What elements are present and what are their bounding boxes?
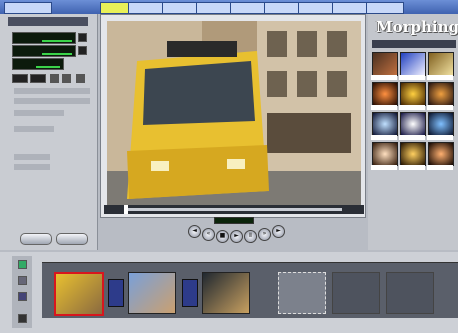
effect-thumbnail[interactable] bbox=[428, 112, 454, 136]
effect-label bbox=[399, 165, 425, 170]
effect-thumbnail[interactable] bbox=[428, 52, 454, 76]
effect-label bbox=[427, 105, 453, 110]
option-row[interactable] bbox=[14, 88, 90, 94]
menu-tab[interactable] bbox=[196, 2, 234, 14]
top-menu-bar bbox=[0, 0, 458, 14]
effect-thumbnail[interactable] bbox=[372, 82, 398, 106]
menu-tab[interactable] bbox=[4, 2, 52, 14]
effect-thumbnail[interactable] bbox=[428, 142, 454, 166]
effect-thumbnail[interactable] bbox=[372, 142, 398, 166]
option-row[interactable] bbox=[14, 164, 50, 170]
menu-tab[interactable] bbox=[264, 2, 302, 14]
timeline-toolbar bbox=[12, 256, 32, 328]
clip-thumbnail[interactable] bbox=[128, 272, 176, 314]
step-back-icon[interactable]: ◄ bbox=[188, 225, 201, 238]
add-icon[interactable] bbox=[18, 260, 27, 269]
effect-thumbnail[interactable] bbox=[400, 52, 426, 76]
video-track-icon[interactable] bbox=[18, 292, 27, 301]
effect-label bbox=[371, 105, 397, 110]
pill-button-2[interactable] bbox=[56, 233, 88, 245]
menu-tab[interactable] bbox=[162, 2, 200, 14]
effect-label bbox=[399, 105, 425, 110]
transition-slot[interactable] bbox=[182, 279, 198, 307]
effect-thumbnail[interactable] bbox=[428, 82, 454, 106]
settings-icon[interactable] bbox=[18, 314, 27, 323]
seek-thumb[interactable] bbox=[124, 205, 128, 214]
spin-up-icon[interactable] bbox=[78, 33, 87, 42]
spin-down-icon[interactable] bbox=[78, 46, 87, 55]
tool-button[interactable] bbox=[30, 74, 46, 83]
empty-clip-slot[interactable] bbox=[278, 272, 326, 314]
effect-thumbnail[interactable] bbox=[400, 142, 426, 166]
effect-thumbnail[interactable] bbox=[400, 82, 426, 106]
effect-label bbox=[371, 75, 397, 80]
step-forward-icon[interactable]: ► bbox=[272, 225, 285, 238]
clip-thumbnail-selected[interactable] bbox=[54, 272, 104, 316]
play-icon[interactable]: ► bbox=[230, 230, 243, 243]
seek-track[interactable] bbox=[126, 208, 342, 211]
seek-bar[interactable] bbox=[104, 205, 364, 214]
effect-label bbox=[399, 75, 425, 80]
option-row[interactable] bbox=[14, 110, 64, 116]
tram-scene-image bbox=[107, 21, 361, 205]
effects-title: Morphing bbox=[376, 18, 458, 36]
lcd-display-2 bbox=[12, 45, 76, 57]
video-preview[interactable] bbox=[107, 21, 361, 205]
transport-controls: ◄ « ■ ► Ⅱ » ► bbox=[170, 216, 300, 244]
video-preview-frame bbox=[100, 14, 366, 218]
stop-icon[interactable]: ■ bbox=[216, 230, 229, 243]
rewind-icon[interactable]: « bbox=[202, 228, 215, 241]
tool-icon[interactable] bbox=[76, 74, 85, 83]
empty-clip-slot[interactable] bbox=[386, 272, 434, 314]
pill-button-1[interactable] bbox=[20, 233, 52, 245]
audio-icon[interactable] bbox=[18, 276, 27, 285]
effect-thumbnail[interactable] bbox=[372, 52, 398, 76]
effects-panel: Morphing bbox=[368, 14, 458, 250]
menu-tab[interactable] bbox=[230, 2, 268, 14]
effect-label bbox=[427, 75, 453, 80]
left-control-panel bbox=[0, 14, 98, 250]
pause-icon[interactable]: Ⅱ bbox=[244, 230, 257, 243]
effect-label bbox=[371, 135, 397, 140]
empty-clip-slot[interactable] bbox=[332, 272, 380, 314]
effect-thumbnail[interactable] bbox=[372, 112, 398, 136]
tool-button[interactable] bbox=[12, 74, 28, 83]
effect-label bbox=[427, 135, 453, 140]
menu-tab[interactable] bbox=[128, 2, 166, 14]
lcd-display-1 bbox=[12, 32, 76, 44]
option-row[interactable] bbox=[14, 154, 50, 160]
tool-icon[interactable] bbox=[50, 74, 59, 83]
effect-thumbnail[interactable] bbox=[400, 112, 426, 136]
menu-tab[interactable] bbox=[298, 2, 336, 14]
effects-category-bar[interactable] bbox=[372, 40, 456, 48]
storyboard-strip bbox=[42, 262, 458, 318]
transition-slot[interactable] bbox=[108, 279, 124, 307]
menu-tab[interactable] bbox=[366, 2, 404, 14]
menu-tab[interactable] bbox=[332, 2, 370, 14]
option-row[interactable] bbox=[14, 126, 54, 132]
effect-label bbox=[371, 165, 397, 170]
fast-forward-icon[interactable]: » bbox=[258, 228, 271, 241]
effect-label bbox=[399, 135, 425, 140]
panel-title bbox=[8, 17, 88, 26]
option-row[interactable] bbox=[14, 98, 90, 104]
clip-thumbnail[interactable] bbox=[202, 272, 250, 314]
effect-label bbox=[427, 165, 453, 170]
tool-icon[interactable] bbox=[62, 74, 71, 83]
lcd-display-3 bbox=[12, 58, 64, 70]
